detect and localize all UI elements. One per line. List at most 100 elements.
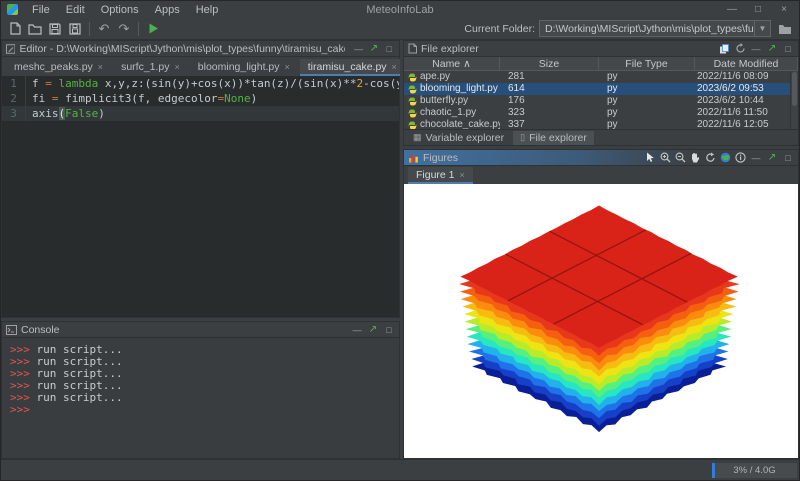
menu-item-options[interactable]: Options xyxy=(93,3,147,17)
file-name: ape.py xyxy=(420,71,450,83)
editor-tab-surfc_1.py[interactable]: surfc_1.py× xyxy=(113,59,188,76)
file-name-cell: chaotic_1.py xyxy=(404,107,500,119)
figures-panel-title: Figures xyxy=(423,152,458,164)
code-token: ) xyxy=(98,107,105,120)
close-icon[interactable]: × xyxy=(98,62,103,72)
file-explorer-maximize-icon[interactable]: □ xyxy=(782,43,794,55)
menu-item-edit[interactable]: Edit xyxy=(58,3,93,17)
close-icon[interactable]: × xyxy=(460,170,465,180)
editor-tab-blooming_light.py[interactable]: blooming_light.py × xyxy=(190,59,298,76)
memory-usage-widget[interactable]: 3% / 4.0G xyxy=(712,463,797,478)
console-line: >>> run script... xyxy=(10,392,399,404)
file-size-cell: 281 xyxy=(500,71,599,83)
close-icon[interactable]: × xyxy=(392,62,397,72)
editor-tab-meshc_peaks.py[interactable]: meshc_peaks.py× xyxy=(6,59,111,76)
zoom-in-icon[interactable] xyxy=(659,152,671,164)
app-logo-icon xyxy=(7,4,18,15)
console-line: >>> xyxy=(10,404,399,416)
column-header-date-modified[interactable]: Date Modified xyxy=(695,57,798,70)
console-text: run script... xyxy=(30,391,123,404)
file-modified-cell: 2022/11/6 12:05 xyxy=(695,119,798,129)
console-output[interactable]: >>> run script...>>> run script...>>> ru… xyxy=(2,338,399,458)
editor-minimize-icon[interactable]: — xyxy=(353,43,364,55)
current-folder-value: D:\Working\MIScript\Jython\mis\plot_type… xyxy=(540,23,754,35)
tab-file-page[interactable]: ▯File explorer xyxy=(513,131,594,145)
file-explorer-float-icon[interactable]: ↗ xyxy=(766,43,778,55)
file-explorer-minimize-icon[interactable]: — xyxy=(750,43,762,55)
table-row[interactable]: butterfly.py176py2023/6/2 10:44 xyxy=(404,95,798,107)
code-token: None xyxy=(224,92,251,105)
menu-item-help[interactable]: Help xyxy=(188,3,227,17)
window-maximize-icon[interactable]: □ xyxy=(747,3,769,16)
console-panel-header: Console — ↗ □ xyxy=(2,322,399,338)
code-editor[interactable]: 1f = lambda x,y,z:(sin(y)+cos(x))*tan(z)… xyxy=(2,76,399,317)
chevron-down-icon[interactable]: ▼ xyxy=(754,21,770,36)
table-row[interactable]: ape.py281py2022/11/6 08:09 xyxy=(404,71,798,83)
globe-icon[interactable] xyxy=(719,152,731,164)
file-type-cell: py xyxy=(599,83,695,95)
console-maximize-icon[interactable]: □ xyxy=(383,324,395,336)
console-panel-title: Console xyxy=(21,324,60,336)
menu-item-apps[interactable]: Apps xyxy=(147,3,188,17)
open-folder-icon[interactable] xyxy=(25,20,45,38)
undo-icon[interactable]: ↶ xyxy=(94,20,114,38)
file-name-cell: ape.py xyxy=(404,71,500,83)
python-file-icon xyxy=(408,121,417,130)
menu-item-file[interactable]: File xyxy=(24,3,58,17)
file-table: Name ∧SizeFile TypeDate Modified ape.py 2… xyxy=(404,57,798,129)
file-modified-cell: 2022/11/6 08:09 xyxy=(695,71,798,83)
close-icon[interactable]: × xyxy=(175,62,180,72)
toolbar-separator xyxy=(89,22,90,36)
save-icon[interactable] xyxy=(45,20,65,38)
figure-tab[interactable]: Figure 1× xyxy=(408,167,473,184)
table-row[interactable]: chocolate_cake.py337py2022/11/6 12:05 xyxy=(404,119,798,129)
figures-maximize-icon[interactable]: □ xyxy=(782,152,794,164)
code-text: f = lambda x,y,z:(sin(y)+cos(x))*tan(z)/… xyxy=(26,76,399,91)
select-arrow-icon[interactable] xyxy=(644,152,656,164)
column-header-size[interactable]: Size xyxy=(500,57,599,70)
file-explorer-title: File explorer xyxy=(421,43,479,55)
meteoinfolab-window: FileEditOptionsAppsHelp MeteoInfoLab — □… xyxy=(0,0,800,481)
save-all-icon[interactable] xyxy=(65,20,85,38)
code-text: fi = fimplicit3(f, edgecolor=None) xyxy=(26,91,257,106)
editor-maximize-icon[interactable]: □ xyxy=(384,43,395,55)
code-token: ) xyxy=(251,92,258,105)
file-size-cell: 614 xyxy=(500,83,599,95)
zoom-out-icon[interactable] xyxy=(674,152,686,164)
close-icon[interactable]: × xyxy=(285,62,290,72)
figures-float-icon[interactable]: ↗ xyxy=(766,152,778,164)
console-minimize-icon[interactable]: — xyxy=(351,324,363,336)
editor-float-icon[interactable]: ↗ xyxy=(368,43,379,55)
new-file-icon[interactable] xyxy=(5,20,25,38)
run-script-icon[interactable] xyxy=(143,20,163,38)
table-row[interactable]: chaotic_1.py323py2022/11/6 11:50 xyxy=(404,107,798,119)
figures-minimize-icon[interactable]: — xyxy=(750,152,762,164)
tab-variable-table[interactable]: ▦Variable explorer xyxy=(406,131,511,145)
window-close-icon[interactable]: × xyxy=(773,3,795,16)
current-folder-combo[interactable]: D:\Working\MIScript\Jython\mis\plot_type… xyxy=(539,20,771,37)
code-token: f xyxy=(32,77,45,90)
column-header-file-type[interactable]: File Type xyxy=(599,57,695,70)
console-float-icon[interactable]: ↗ xyxy=(367,324,379,336)
redo-icon[interactable]: ↷ xyxy=(114,20,134,38)
console-prompt: >>> xyxy=(10,403,30,416)
browse-folder-icon[interactable] xyxy=(775,20,795,38)
table-row[interactable]: blooming_light.py614py2023/6/2 09:53 xyxy=(404,83,798,95)
column-header-name[interactable]: Name ∧ xyxy=(404,57,500,70)
refresh-icon[interactable] xyxy=(734,43,746,55)
console-text xyxy=(30,403,37,416)
file-type-cell: py xyxy=(599,119,695,129)
copy-file-icon[interactable] xyxy=(718,43,730,55)
code-token: fimplicit3(f, edgecolor xyxy=(59,92,218,105)
identify-info-icon[interactable] xyxy=(734,152,746,164)
file-name-cell: butterfly.py xyxy=(404,95,500,107)
window-minimize-icon[interactable]: — xyxy=(721,3,743,16)
python-file-icon xyxy=(408,109,417,118)
editor-tab-tiramisu_cake.py[interactable]: tiramisu_cake.py× xyxy=(300,59,405,76)
rotate-icon[interactable] xyxy=(704,152,716,164)
code-token: lambda xyxy=(59,77,99,90)
file-table-scrollbar[interactable] xyxy=(790,71,798,129)
figure-canvas[interactable] xyxy=(404,184,798,458)
editor-tab-label: blooming_light.py xyxy=(198,61,280,73)
pan-hand-icon[interactable] xyxy=(689,152,701,164)
